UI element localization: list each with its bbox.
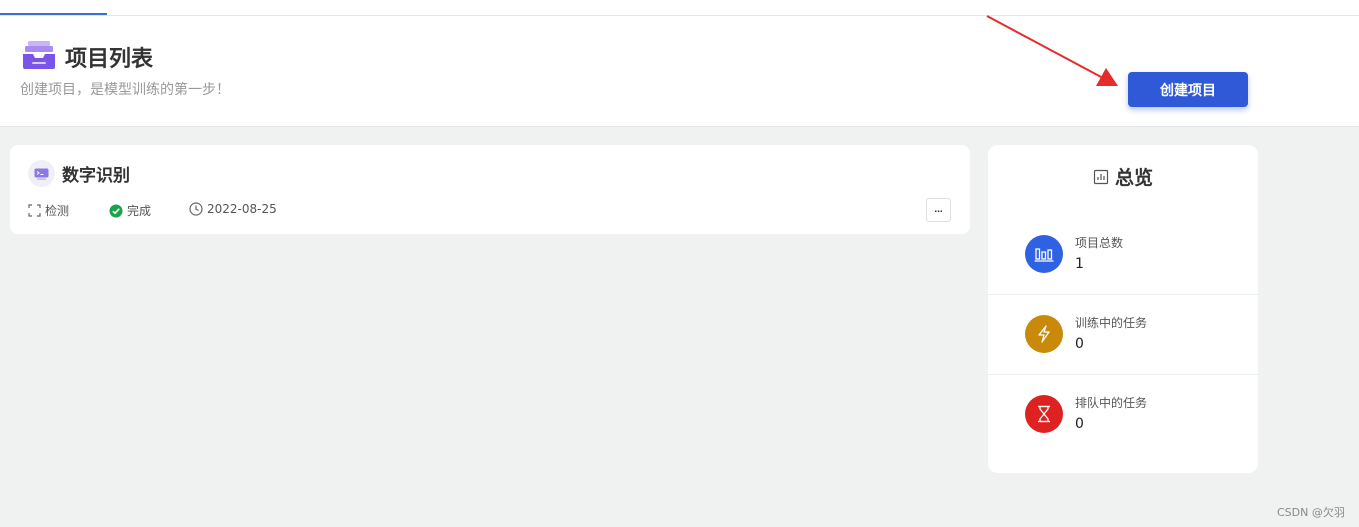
project-type-label: 检测 [45, 204, 70, 218]
stat-label: 训练中的任务 [1075, 316, 1148, 330]
clock-icon [189, 202, 203, 216]
project-status: 完成 [109, 202, 151, 219]
stat-value: 0 [1075, 416, 1084, 432]
more-options-button[interactable]: ... [926, 198, 951, 222]
overview-title: 总览 [1114, 167, 1153, 189]
check-circle-icon [109, 204, 123, 217]
terminal-icon [34, 168, 49, 180]
page-subtitle: 创建项目，是模型训练的第一步！ [20, 82, 230, 98]
report-icon [1093, 169, 1109, 184]
project-name[interactable]: 数字识别 [62, 161, 130, 186]
project-date: 2022-08-25 [189, 202, 277, 216]
project-date-label: 2022-08-25 [207, 202, 277, 216]
stat-total-projects: 项目总数 1 [988, 215, 1258, 295]
page-title: 项目列表 [65, 47, 154, 72]
stat-value: 1 [1075, 256, 1084, 272]
create-project-button[interactable]: 创建项目 [1128, 72, 1248, 107]
page-header: 项目列表 创建项目，是模型训练的第一步！ 创建项目 [0, 16, 1359, 127]
stat-training-tasks: 训练中的任务 0 [988, 295, 1258, 375]
active-tab-indicator [0, 13, 107, 15]
project-status-label: 完成 [127, 204, 152, 218]
inbox-icon [23, 41, 55, 69]
project-card[interactable]: 数字识别 检测 完成 2022-08-25 ... [10, 145, 970, 234]
project-type: 检测 [28, 202, 69, 219]
stat-label: 排队中的任务 [1075, 396, 1148, 410]
overview-panel: 总览 项目总数 1 训练中的任务 0 排队中的任务 0 [988, 145, 1258, 473]
hourglass-icon [1025, 395, 1063, 433]
stat-value: 0 [1075, 336, 1084, 352]
bar-chart-icon [1025, 235, 1063, 273]
lightning-icon [1025, 315, 1063, 353]
stat-queued-tasks: 排队中的任务 0 [988, 375, 1258, 455]
watermark: CSDN @欠羽 [1277, 506, 1345, 519]
overview-header: 总览 [988, 163, 1258, 190]
scan-icon [28, 204, 41, 217]
stat-label: 项目总数 [1075, 236, 1124, 250]
project-icon [28, 160, 55, 187]
top-nav-bar [0, 0, 1359, 16]
